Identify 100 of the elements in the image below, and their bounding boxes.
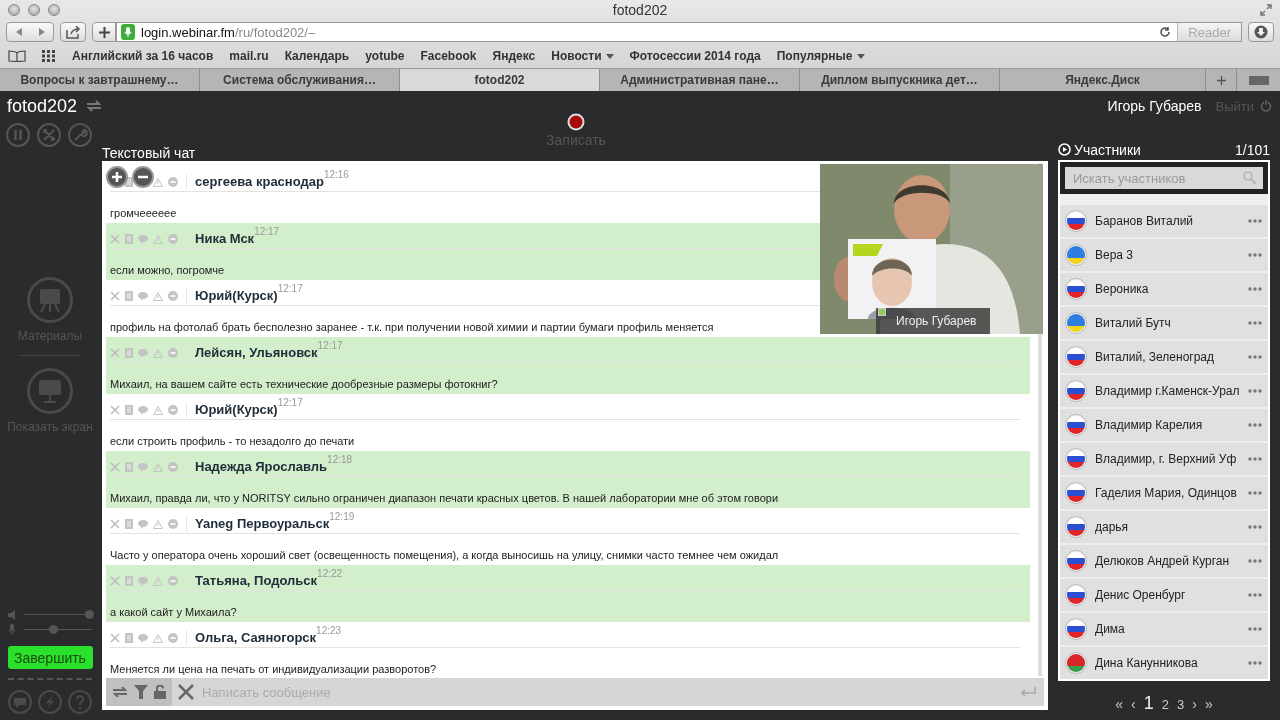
- block-icon[interactable]: [168, 576, 178, 586]
- participant-item[interactable]: Владимир г.Каменск-Урал: [1060, 375, 1268, 407]
- power-icon[interactable]: [1260, 100, 1272, 112]
- more-icon[interactable]: [1247, 627, 1262, 631]
- speech-bubble-icon[interactable]: [138, 462, 148, 472]
- participant-item[interactable]: Баранов Виталий: [1060, 205, 1268, 237]
- delete-icon[interactable]: [110, 348, 120, 358]
- speaker-volume-slider[interactable]: [84, 610, 94, 619]
- block-icon[interactable]: [168, 291, 178, 301]
- bookmark-link[interactable]: yotube: [365, 49, 405, 63]
- lightning-icon[interactable]: [38, 690, 62, 714]
- block-icon[interactable]: [168, 462, 178, 472]
- delete-icon[interactable]: [110, 519, 120, 529]
- block-icon[interactable]: [168, 348, 178, 358]
- delete-icon[interactable]: [110, 462, 120, 472]
- more-icon[interactable]: [1247, 219, 1262, 223]
- block-icon[interactable]: [168, 234, 178, 244]
- top-sites-icon[interactable]: [42, 50, 56, 62]
- speech-bubble-icon[interactable]: [138, 234, 148, 244]
- microphone-volume-slider[interactable]: [48, 625, 58, 634]
- share-button[interactable]: [60, 22, 86, 42]
- bookmark-folder[interactable]: Новости: [551, 49, 614, 63]
- delete-icon[interactable]: [110, 234, 120, 244]
- participant-item[interactable]: Денис Оренбург: [1060, 579, 1268, 611]
- speech-bubble-icon[interactable]: [138, 576, 148, 586]
- more-icon[interactable]: [1247, 559, 1262, 563]
- bookmark-link[interactable]: Facebook: [420, 49, 477, 63]
- participant-item[interactable]: Вероника: [1060, 273, 1268, 305]
- delete-icon[interactable]: [110, 633, 120, 643]
- search-icon[interactable]: [1243, 171, 1257, 185]
- play-circle-icon[interactable]: [1058, 143, 1071, 156]
- more-icon[interactable]: [1247, 253, 1262, 257]
- participant-item[interactable]: Виталий, Зеленоград: [1060, 341, 1268, 373]
- filter-icon[interactable]: [134, 685, 148, 699]
- back-forward-buttons[interactable]: [6, 22, 54, 42]
- participant-item[interactable]: дарья: [1060, 511, 1268, 543]
- lock-icon[interactable]: [154, 685, 166, 699]
- browser-tab[interactable]: fotod202: [400, 69, 600, 91]
- wrench-icon[interactable]: [68, 123, 92, 147]
- zoom-out-button[interactable]: [132, 166, 154, 188]
- help-icon[interactable]: [68, 690, 92, 714]
- close-icon[interactable]: [178, 684, 194, 700]
- warning-icon[interactable]: [153, 348, 163, 358]
- speech-bubble-icon[interactable]: [138, 348, 148, 358]
- reading-list-icon[interactable]: [8, 50, 26, 62]
- block-icon[interactable]: [168, 519, 178, 529]
- close-window-button[interactable]: [8, 4, 20, 16]
- more-icon[interactable]: [1247, 355, 1262, 359]
- bookmark-link[interactable]: Фотосессии 2014 года: [629, 49, 761, 63]
- next-page-link[interactable]: ›: [1192, 696, 1197, 712]
- more-icon[interactable]: [1247, 593, 1262, 597]
- zoom-in-button[interactable]: [106, 166, 128, 188]
- address-field[interactable]: login.webinar.fm/ru/fotod202/– Reader: [116, 22, 1242, 42]
- bookmark-folder[interactable]: Популярные: [776, 49, 865, 63]
- sync-icon[interactable]: [112, 687, 128, 697]
- page-link[interactable]: 1: [1143, 693, 1154, 714]
- more-icon[interactable]: [1247, 491, 1262, 495]
- fullscreen-icon[interactable]: [1260, 4, 1272, 16]
- more-icon[interactable]: [1247, 661, 1262, 665]
- speech-bubble-icon[interactable]: [138, 633, 148, 643]
- bookmark-link[interactable]: Яндекс: [492, 49, 536, 63]
- warning-icon[interactable]: [153, 633, 163, 643]
- participant-item[interactable]: Дина Канунникова: [1060, 647, 1268, 679]
- participant-item[interactable]: Делюков Андрей Курган: [1060, 545, 1268, 577]
- delete-icon[interactable]: [110, 291, 120, 301]
- block-icon[interactable]: [168, 405, 178, 415]
- warning-icon[interactable]: [153, 519, 163, 529]
- minimize-window-button[interactable]: [28, 4, 40, 16]
- participant-item[interactable]: Дима: [1060, 613, 1268, 645]
- more-icon[interactable]: [1247, 457, 1262, 461]
- more-icon[interactable]: [1247, 389, 1262, 393]
- participant-item[interactable]: Владимир, г. Верхний Уф: [1060, 443, 1268, 475]
- delete-icon[interactable]: [110, 405, 120, 415]
- more-icon[interactable]: [1247, 525, 1262, 529]
- delete-icon[interactable]: [110, 576, 120, 586]
- warning-icon[interactable]: [153, 405, 163, 415]
- add-bookmark-button[interactable]: [92, 22, 116, 42]
- enter-icon[interactable]: [1020, 687, 1036, 697]
- zoom-window-button[interactable]: [48, 4, 60, 16]
- last-page-link[interactable]: »: [1204, 696, 1213, 712]
- finish-button[interactable]: Завершить: [7, 646, 93, 669]
- reload-icon[interactable]: [1159, 26, 1172, 38]
- warning-icon[interactable]: [153, 462, 163, 472]
- speech-bubble-icon[interactable]: [138, 405, 148, 415]
- more-icon[interactable]: [1247, 287, 1262, 291]
- warning-icon[interactable]: [153, 177, 163, 187]
- participant-item[interactable]: Вера 3: [1060, 239, 1268, 271]
- warning-icon[interactable]: [153, 291, 163, 301]
- bookmark-link[interactable]: Английский за 16 часов: [72, 49, 214, 63]
- page-link[interactable]: 2: [1161, 697, 1169, 712]
- block-icon[interactable]: [168, 633, 178, 643]
- first-page-link[interactable]: «: [1115, 696, 1124, 712]
- participant-item[interactable]: Владимир Карелия: [1060, 409, 1268, 441]
- sync-icon[interactable]: [85, 100, 104, 112]
- bookmark-link[interactable]: Календарь: [284, 49, 350, 63]
- pause-icon[interactable]: [6, 123, 30, 147]
- warning-icon[interactable]: [153, 234, 163, 244]
- page-link[interactable]: 3: [1177, 697, 1185, 712]
- downloads-button[interactable]: [1248, 22, 1274, 42]
- more-icon[interactable]: [1247, 321, 1262, 325]
